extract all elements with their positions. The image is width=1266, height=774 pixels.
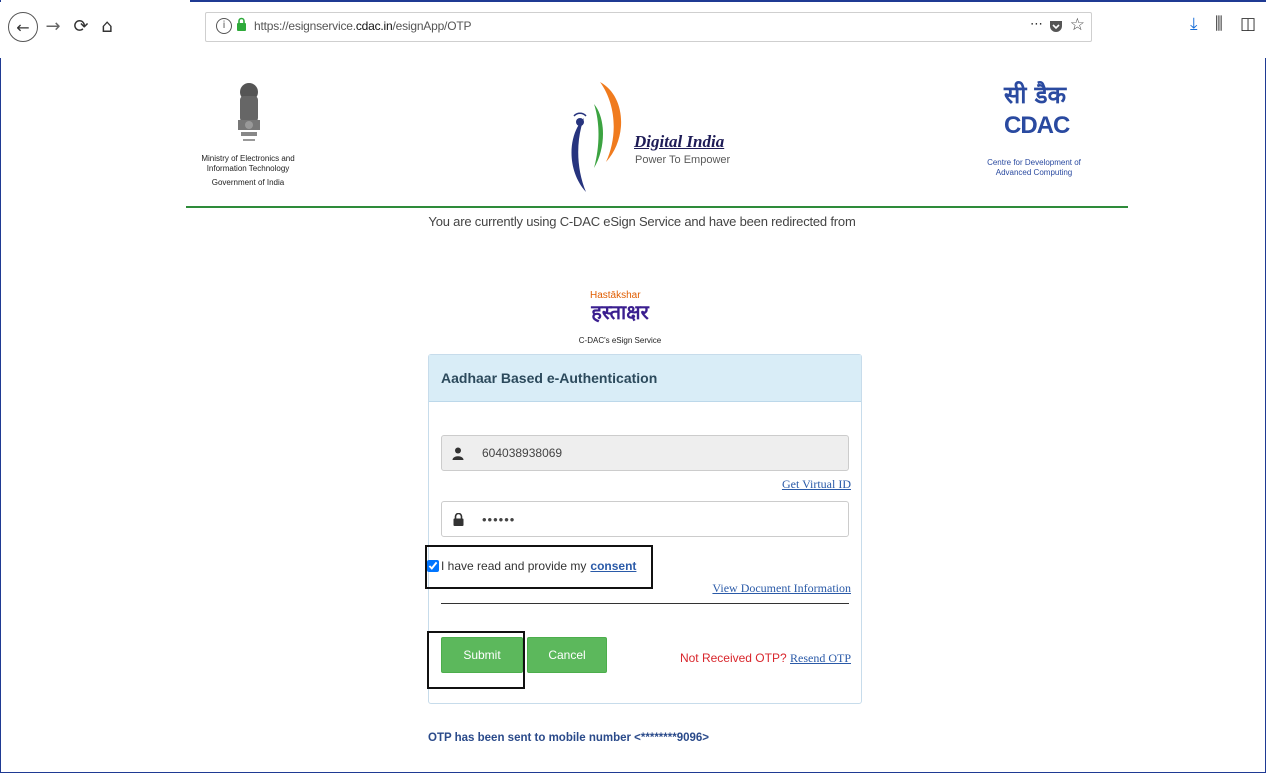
digital-india-tagline: Power To Empower [635, 154, 731, 166]
sidebar-icon[interactable]: ◫ [1240, 14, 1256, 34]
cdac-logo: CDAC [1004, 112, 1070, 139]
address-bar[interactable]: i https://esignservice.cdac.in/esignApp/… [205, 12, 1092, 42]
resend-row: Not Received OTP? Resend OTP [680, 651, 851, 666]
cdac-hindi-logo: सी डैक [1004, 81, 1067, 109]
back-arrow-icon[interactable]: ← [8, 12, 38, 42]
url-path: /esignApp/OTP [392, 19, 472, 33]
submit-button[interactable]: Submit [441, 637, 523, 673]
pocket-icon[interactable] [1049, 19, 1063, 33]
ministry-name: Ministry of Electronics and Information … [186, 154, 310, 188]
hastakshar-logo: Hastākshar हस्ताक्षर C-DAC's eSign Servi… [560, 290, 680, 350]
otp-sent-message: OTP has been sent to mobile number <****… [428, 732, 710, 744]
consent-link[interactable]: consent [590, 559, 636, 573]
cancel-button[interactable]: Cancel [527, 637, 607, 673]
digital-india-logo-icon [571, 82, 622, 192]
user-icon [442, 436, 474, 470]
url-domain: cdac.in [355, 19, 393, 33]
divider [441, 603, 849, 604]
page-header: Ministry of Electronics and Information … [186, 72, 1128, 208]
otp-input[interactable] [482, 510, 822, 528]
cdac-full-line2: Advanced Computing [995, 168, 1073, 177]
auth-panel: Aadhaar Based e-Authentication Get Virtu… [425, 354, 862, 704]
home-icon[interactable]: ⌂ [96, 12, 118, 40]
url-text: https://esignservice.cdac.in/esignApp/OT… [254, 19, 471, 33]
hastakshar-caption: C-DAC's eSign Service [578, 336, 662, 345]
ministry-line1: Ministry of Electronics and [201, 154, 295, 163]
bookmark-star-icon[interactable]: ☆ [1070, 15, 1085, 35]
auth-panel-header: Aadhaar Based e-Authentication [429, 355, 861, 402]
consent-checkbox[interactable] [427, 560, 439, 572]
more-actions-icon[interactable]: ⋯ [1030, 17, 1043, 32]
consent-row: I have read and provide my consent [427, 559, 636, 573]
ministry-line2: Information Technology [206, 164, 290, 173]
resend-otp-link[interactable]: Resend OTP [790, 651, 851, 665]
national-emblem-icon [238, 83, 260, 141]
lock-icon [442, 502, 474, 536]
view-document-link[interactable]: View Document Information [712, 581, 851, 596]
forward-arrow-icon[interactable]: → [42, 12, 64, 40]
otp-field [441, 501, 849, 537]
cdac-full-line1: Centre for Development of [987, 158, 1081, 167]
download-icon[interactable]: ⤓ [1190, 14, 1198, 34]
url-prefix: https://esignservice. [254, 19, 356, 33]
get-virtual-id-link[interactable]: Get Virtual ID [782, 477, 851, 492]
reload-icon[interactable]: ⟳ [70, 12, 92, 40]
consent-text: I have read and provide my [441, 559, 587, 573]
digital-india-title: Digital India [634, 132, 725, 151]
info-icon[interactable]: i [216, 18, 232, 34]
consent-highlight-box: I have read and provide my consent [425, 545, 653, 589]
redirect-notice: You are currently using C-DAC eSign Serv… [0, 214, 1266, 229]
not-received-text: Not Received OTP? [679, 651, 787, 665]
aadhaar-input[interactable] [482, 444, 822, 462]
cdac-full-name: Centre for Development of Advanced Compu… [972, 158, 1096, 178]
browser-toolbar: ← → ⟳ ⌂ i https://esignservice.cdac.in/e… [0, 2, 1266, 58]
government-of-india: Government of India [211, 178, 285, 187]
library-icon[interactable]: ⫼ [1215, 14, 1223, 34]
auth-panel-title: Aadhaar Based e-Authentication [441, 370, 658, 386]
aadhaar-field [441, 435, 849, 471]
redirect-text: You are currently using C-DAC eSign Serv… [428, 214, 856, 229]
hastakshar-main: हस्ताक्षर [591, 300, 649, 324]
lock-icon [237, 17, 246, 31]
